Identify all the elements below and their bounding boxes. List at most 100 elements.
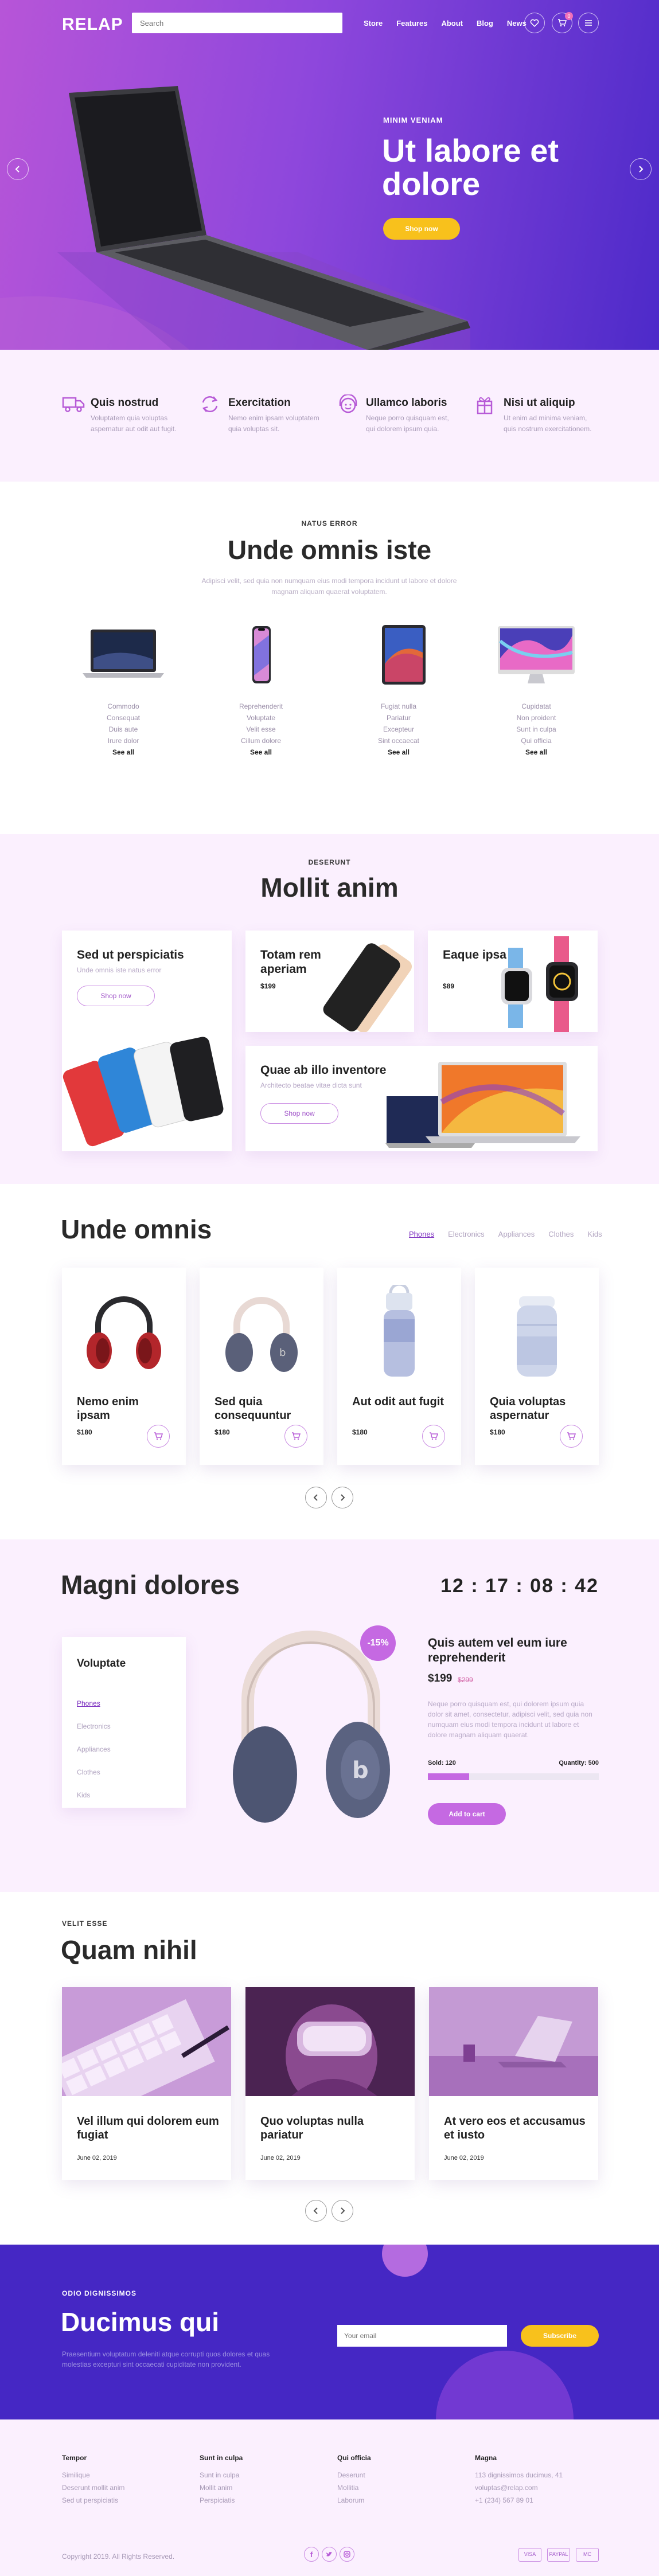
instagram-icon — [344, 2551, 350, 2558]
feature-title: Nisi ut aliquip — [504, 397, 575, 409]
category-list: Cupidatat Non proident Sunt in culpa Qui… — [479, 701, 594, 758]
category-link[interactable]: Duis aute — [66, 724, 181, 735]
subscribe-button[interactable]: Subscribe — [521, 2325, 599, 2347]
see-all-link[interactable]: See all — [388, 748, 410, 756]
add-to-cart-button[interactable]: Add to cart — [428, 1803, 506, 1825]
facebook-link[interactable]: f — [304, 2547, 319, 2562]
nav-store[interactable]: Store — [364, 19, 383, 28]
footer-link[interactable]: Deserunt mollit anim — [62, 2481, 188, 2494]
hero-next-button[interactable] — [630, 158, 652, 180]
footer-link[interactable]: Sunt in culpa — [200, 2469, 326, 2481]
feature-desc: Ut enim ad minima veniam, quis nostrum e… — [504, 414, 592, 433]
newsletter-section: ODIO DIGNISSIMOS Ducimus qui Praesentium… — [0, 2245, 659, 2419]
product-name: Nemo enim ipsam — [77, 1396, 139, 1422]
nav-about[interactable]: About — [441, 19, 463, 28]
nav-blog[interactable]: Blog — [477, 19, 493, 28]
nav-features[interactable]: Features — [396, 19, 427, 28]
product-card[interactable]: b Sed quia consequuntur $180 — [200, 1268, 323, 1465]
tab-clothes[interactable]: Clothes — [548, 1230, 574, 1238]
promo-tile-large[interactable]: Sed ut perspiciatis Unde omnis iste natu… — [62, 931, 232, 1151]
menu-button[interactable] — [578, 13, 599, 33]
product-price: $180 — [77, 1428, 92, 1436]
blog-card[interactable]: At vero eos et accusamus et iusto June 0… — [429, 1987, 598, 2180]
product-card[interactable]: Aut odit aut fugit $180 — [337, 1268, 461, 1465]
category-link[interactable]: Cupidatat — [479, 701, 594, 712]
footer-link[interactable]: Mollit anim — [200, 2481, 326, 2494]
blog-next-button[interactable] — [332, 2200, 353, 2222]
sold-label: Sold: 120 — [428, 1760, 456, 1766]
wishlist-button[interactable] — [524, 13, 545, 33]
menu-item-appliances[interactable]: Appliances — [77, 1738, 111, 1761]
category-link[interactable]: Consequat — [66, 712, 181, 724]
category-link[interactable]: Velit esse — [204, 724, 318, 735]
footer-link[interactable]: Laborum — [337, 2494, 463, 2507]
promo-tile[interactable]: Eaque ipsa $89 — [428, 931, 598, 1032]
twitter-link[interactable] — [322, 2547, 337, 2562]
add-to-cart-button[interactable] — [147, 1425, 170, 1448]
shop-now-button[interactable]: Shop now — [383, 218, 460, 240]
category-link[interactable]: Voluptate — [204, 712, 318, 724]
menu-item-phones[interactable]: Phones — [77, 1692, 111, 1715]
category-link[interactable]: Sunt in culpa — [479, 724, 594, 735]
chevron-left-icon — [313, 2207, 318, 2214]
footer-link[interactable]: Sed ut perspiciatis — [62, 2494, 188, 2507]
logo[interactable]: RELAP — [62, 15, 123, 34]
feature-desc: Voluptatem quia voluptas aspernatur aut … — [91, 414, 177, 433]
tab-electronics[interactable]: Electronics — [448, 1230, 485, 1238]
blog-title: Quo voluptas nulla pariatur — [260, 2115, 364, 2141]
add-to-cart-button[interactable] — [560, 1425, 583, 1448]
promo-tile[interactable]: Totam rem aperiam $199 — [245, 931, 414, 1032]
hero-prev-button[interactable] — [7, 158, 29, 180]
footer-phone[interactable]: +1 (234) 567 89 01 — [475, 2494, 601, 2507]
grey-headphones-image: b — [225, 1297, 298, 1372]
section-title: Mollit anim — [260, 873, 399, 902]
category-link[interactable]: Excepteur — [341, 724, 456, 735]
footer-link[interactable]: Perspiciatis — [200, 2494, 326, 2507]
category-link[interactable]: Reprehenderit — [204, 701, 318, 712]
cart-button[interactable]: 0 — [552, 12, 573, 33]
cart-icon — [292, 1432, 301, 1440]
tile-shop-button[interactable]: Shop now — [260, 1103, 338, 1124]
products-next-button[interactable] — [332, 1487, 353, 1508]
instagram-link[interactable] — [340, 2547, 354, 2562]
blog-prev-button[interactable] — [305, 2200, 327, 2222]
add-to-cart-button[interactable] — [422, 1425, 445, 1448]
add-to-cart-button[interactable] — [284, 1425, 307, 1448]
see-all-link[interactable]: See all — [525, 748, 547, 756]
newsletter-title: Ducimus qui — [61, 2307, 220, 2337]
menu-item-clothes[interactable]: Clothes — [77, 1761, 111, 1784]
nav-news[interactable]: News — [507, 19, 527, 28]
countdown-timer: 12 : 17 : 08 : 42 — [440, 1575, 599, 1597]
category-link[interactable]: Fugiat nulla — [341, 701, 456, 712]
blog-card[interactable]: Vel illum qui dolorem eum fugiat June 02… — [62, 1987, 231, 2180]
category-link[interactable]: Commodo — [66, 701, 181, 712]
email-field[interactable] — [337, 2325, 507, 2347]
section-subtitle: Adipisci velit, sed quia non numquam eiu… — [201, 577, 457, 596]
category-link[interactable]: Cillum dolore — [204, 735, 318, 746]
see-all-link[interactable]: See all — [250, 748, 272, 756]
menu-item-kids[interactable]: Kids — [77, 1784, 111, 1807]
tab-phones[interactable]: Phones — [409, 1230, 434, 1238]
footer-link[interactable]: Mollitia — [337, 2481, 463, 2494]
blog-card[interactable]: Quo voluptas nulla pariatur June 02, 201… — [245, 1987, 415, 2180]
see-all-link[interactable]: See all — [112, 748, 134, 756]
footer-email[interactable]: voluptas@relap.com — [475, 2481, 601, 2494]
menu-item-electronics[interactable]: Electronics — [77, 1715, 111, 1738]
product-card[interactable]: Nemo enim ipsam $180 — [62, 1268, 186, 1465]
product-card[interactable]: Quia voluptas aspernatur $180 — [475, 1268, 599, 1465]
footer-link[interactable]: Deserunt — [337, 2469, 463, 2481]
tile-shop-button[interactable]: Shop now — [77, 986, 155, 1006]
footer-link[interactable]: Similique — [62, 2469, 188, 2481]
promo-tile-wide[interactable]: Quae ab illo inventore Architecto beatae… — [245, 1046, 598, 1151]
tab-kids[interactable]: Kids — [587, 1230, 602, 1238]
category-link[interactable]: Pariatur — [341, 712, 456, 724]
search-input[interactable] — [132, 13, 342, 33]
blog-date: June 02, 2019 — [77, 2155, 117, 2161]
category-link[interactable]: Irure dolor — [66, 735, 181, 746]
tab-appliances[interactable]: Appliances — [498, 1230, 535, 1238]
category-link[interactable]: Qui officia — [479, 735, 594, 746]
products-prev-button[interactable] — [305, 1487, 327, 1508]
cart-icon — [558, 19, 567, 27]
category-link[interactable]: Sint occaecat — [341, 735, 456, 746]
category-link[interactable]: Non proident — [479, 712, 594, 724]
